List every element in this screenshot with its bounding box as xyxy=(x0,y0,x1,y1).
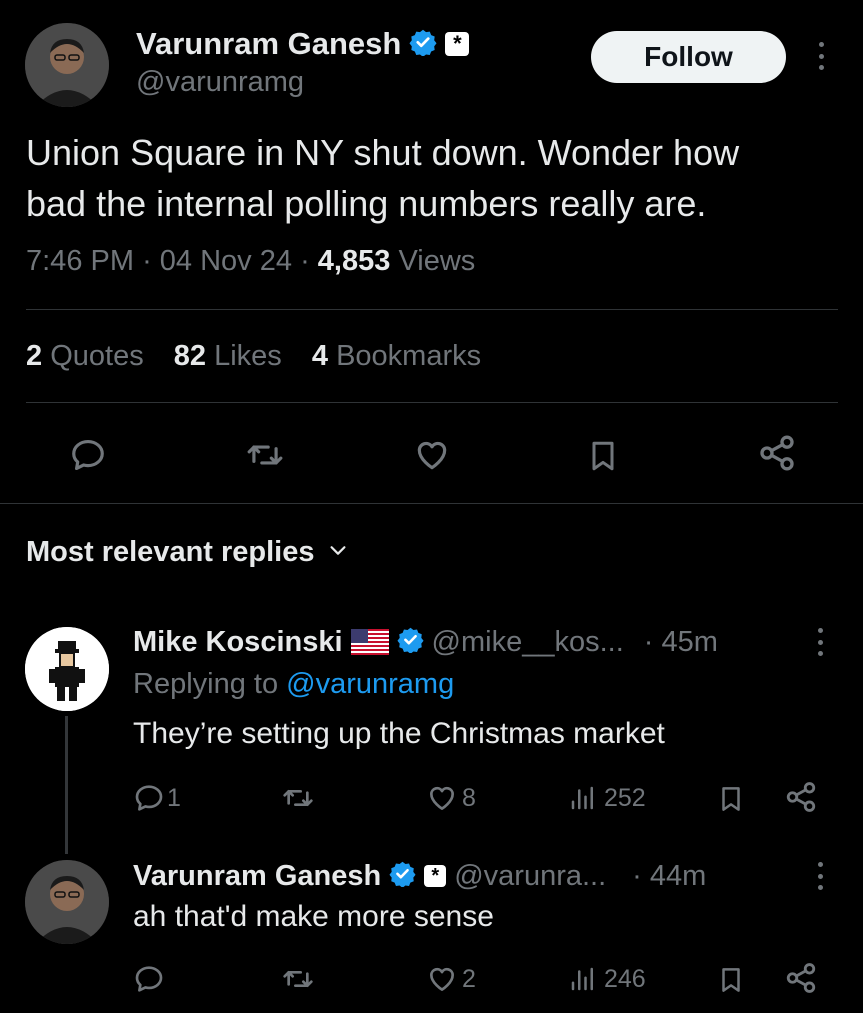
bookmarks-count: 4 xyxy=(311,340,328,372)
affiliation-badge-icon[interactable]: * xyxy=(445,32,470,56)
reply-avatar-image xyxy=(25,627,109,711)
views-count: 4,853 xyxy=(317,245,391,277)
reply-thread-line xyxy=(65,716,68,854)
divider xyxy=(26,309,838,310)
follow-button[interactable]: Follow xyxy=(591,31,786,83)
divider xyxy=(0,503,863,504)
share-icon[interactable] xyxy=(757,433,797,473)
more-icon[interactable] xyxy=(816,42,826,70)
view-count: 252 xyxy=(604,783,646,812)
reply-count: 1 xyxy=(167,783,181,812)
author-name-row: Varunram Ganesh * xyxy=(136,24,470,64)
views-icon xyxy=(568,782,598,814)
bookmark-icon[interactable] xyxy=(716,782,746,816)
retweet-icon[interactable] xyxy=(280,782,316,814)
bookmark-icon[interactable] xyxy=(585,436,621,476)
verified-badge-icon xyxy=(396,626,424,658)
reply-action-like[interactable]: 2 xyxy=(426,963,476,995)
likes-label: Likes xyxy=(214,340,282,372)
reply-action-like[interactable]: 8 xyxy=(426,782,476,814)
retweet-icon[interactable] xyxy=(280,963,316,995)
reply-icon xyxy=(133,782,165,814)
more-icon[interactable] xyxy=(815,628,825,656)
reply-icon[interactable] xyxy=(68,436,108,474)
like-icon xyxy=(426,963,458,995)
quotes-label: Quotes xyxy=(50,340,144,372)
reply-action-reply[interactable]: 1 xyxy=(133,782,181,814)
author-avatar-image xyxy=(25,23,109,107)
reply-avatar[interactable] xyxy=(25,860,109,944)
share-icon[interactable] xyxy=(784,780,818,814)
divider xyxy=(26,402,838,403)
reply-header: Mike Koscinski @mike__kos... · 45m xyxy=(133,622,718,662)
like-count: 2 xyxy=(462,964,476,993)
reply-handle[interactable]: @mike__kos... xyxy=(432,626,624,659)
like-count: 8 xyxy=(462,783,476,812)
chevron-down-icon xyxy=(327,539,349,566)
reply-action-views[interactable]: 252 xyxy=(568,782,646,814)
share-icon[interactable] xyxy=(784,961,818,995)
retweet-icon[interactable] xyxy=(244,436,286,474)
view-count: 246 xyxy=(604,964,646,993)
reply-avatar[interactable] xyxy=(25,627,109,711)
bookmarks-stat[interactable]: 4 Bookmarks xyxy=(312,340,481,372)
meta-separator: · xyxy=(300,245,310,277)
replies-sort-label: Most relevant replies xyxy=(26,536,315,568)
reply-time[interactable]: · 45m xyxy=(644,626,718,659)
reply-icon[interactable] xyxy=(133,963,165,995)
tweet-text: Union Square in NY shut down. Wonder how… xyxy=(26,127,739,229)
author-handle[interactable]: @varunramg xyxy=(136,66,304,99)
tweet-time[interactable]: 7:46 PM xyxy=(26,245,134,277)
meta-separator: · xyxy=(142,245,152,277)
likes-stat[interactable]: 82 Likes xyxy=(174,340,282,372)
quotes-stat[interactable]: 2 Quotes xyxy=(26,340,144,372)
tweet-text-line-2: bad the internal polling numbers really … xyxy=(26,183,707,224)
views-icon xyxy=(568,963,598,995)
reply-header: Varunram Ganesh * @varunra... · 44m xyxy=(133,856,706,896)
quotes-count: 2 xyxy=(26,340,43,372)
tweet-text-line-1: Union Square in NY shut down. Wonder how xyxy=(26,132,740,173)
verified-badge-icon xyxy=(409,28,437,61)
author-avatar[interactable] xyxy=(25,23,109,107)
replies-sort-dropdown[interactable]: Most relevant replies xyxy=(26,536,349,569)
us-flag-icon xyxy=(350,629,389,655)
more-icon[interactable] xyxy=(815,862,825,890)
tweet-date[interactable]: 04 Nov 24 xyxy=(160,245,292,277)
author-name[interactable]: Varunram Ganesh xyxy=(136,26,401,62)
reply-author-name[interactable]: Mike Koscinski xyxy=(133,626,343,659)
reply-author-name[interactable]: Varunram Ganesh xyxy=(133,860,381,893)
like-icon[interactable] xyxy=(412,436,452,474)
replying-to: Replying to @varunramg xyxy=(133,668,454,701)
affiliation-badge-icon[interactable]: * xyxy=(424,865,447,887)
tweet-meta: 7:46 PM · 04 Nov 24 · 4,853 Views xyxy=(26,245,475,278)
engagement-stats: 2 Quotes 82 Likes 4 Bookmarks xyxy=(26,340,481,373)
reply-time[interactable]: · 44m xyxy=(632,860,706,893)
like-icon xyxy=(426,782,458,814)
reply-text: They’re setting up the Christmas market xyxy=(133,717,665,750)
reply-handle[interactable]: @varunra... xyxy=(454,860,606,893)
bookmark-icon[interactable] xyxy=(716,963,746,997)
replying-to-handle[interactable]: @varunramg xyxy=(286,668,454,700)
verified-badge-icon xyxy=(389,860,416,892)
bookmarks-label: Bookmarks xyxy=(336,340,482,372)
replying-to-prefix: Replying to xyxy=(133,668,279,700)
likes-count: 82 xyxy=(173,340,207,372)
reply-action-views[interactable]: 246 xyxy=(568,963,646,995)
reply-avatar-image xyxy=(25,860,109,944)
views-label: Views xyxy=(398,245,476,277)
reply-text: ah that'd make more sense xyxy=(133,900,494,933)
